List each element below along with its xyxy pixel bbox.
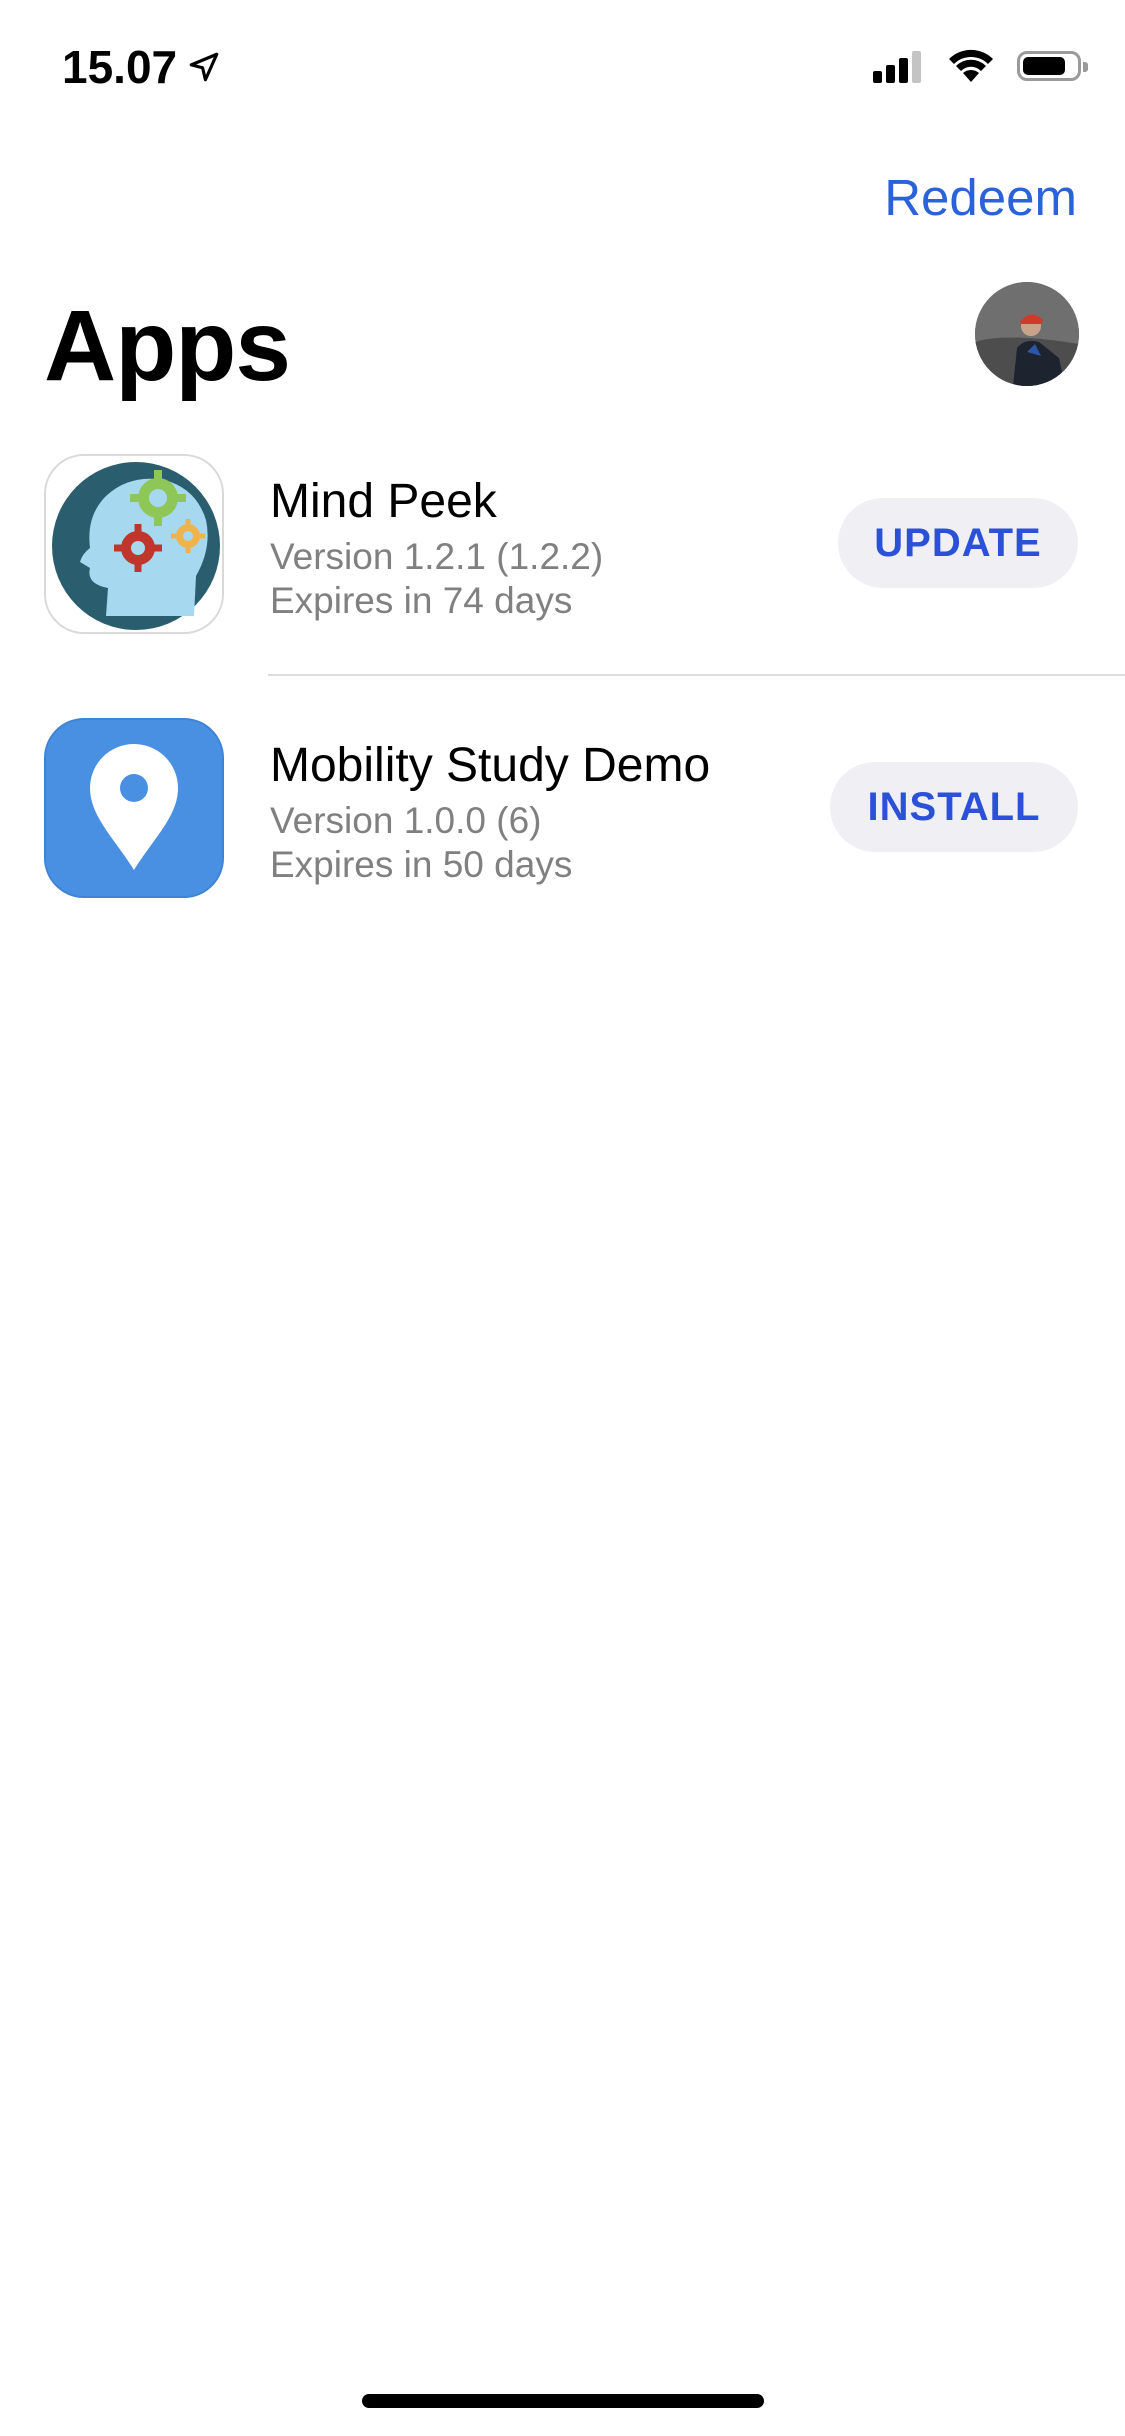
app-version: Version 1.0.0 (6): [270, 800, 542, 841]
install-button[interactable]: INSTALL: [830, 762, 1078, 852]
cellular-signal-icon: [873, 49, 925, 83]
app-name: Mobility Study Demo: [270, 739, 711, 792]
avatar-photo: [975, 282, 1079, 386]
mind-peek-app-icon: [44, 454, 224, 634]
map-pin-app-icon: [44, 718, 224, 898]
app-version: Version 1.2.1 (1.2.2): [270, 536, 604, 577]
status-bar: 15.07: [0, 0, 1125, 132]
redeem-button[interactable]: Redeem: [884, 168, 1077, 227]
app-expires: Expires in 74 days: [270, 580, 573, 621]
app-expires: Expires in 50 days: [270, 844, 573, 885]
status-time: 15.07: [62, 40, 221, 94]
status-icons: [873, 48, 1088, 84]
location-arrow-icon: [189, 52, 219, 82]
map-pin-icon: [90, 744, 178, 870]
app-name: Mind Peek: [270, 475, 497, 528]
row-separator: [268, 674, 1125, 676]
update-button[interactable]: UPDATE: [838, 498, 1078, 588]
battery-fill: [1023, 57, 1065, 75]
page-title: Apps: [44, 290, 291, 402]
avatar[interactable]: [975, 282, 1079, 386]
battery-icon: [1017, 51, 1088, 81]
home-indicator[interactable]: [362, 2394, 764, 2408]
status-time-text: 15.07: [62, 41, 178, 93]
wifi-icon: [949, 49, 993, 82]
app-row-mobility-study-demo[interactable]: Mobility Study Demo Version 1.0.0 (6) Ex…: [0, 718, 1125, 948]
app-row-mind-peek[interactable]: Mind Peek Version 1.2.1 (1.2.2) Expires …: [0, 454, 1125, 684]
battery-cap: [1083, 62, 1088, 72]
